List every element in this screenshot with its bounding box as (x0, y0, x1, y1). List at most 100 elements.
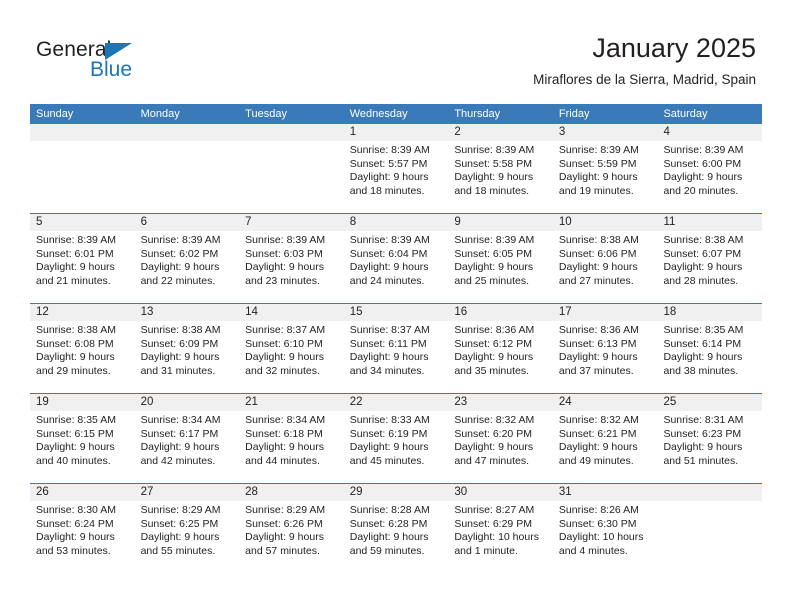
day-detail-line: Sunset: 6:12 PM (454, 337, 532, 350)
day-cell[interactable]: Sunrise: 8:29 AM Sunset: 6:26 PM Daylight:… (239, 501, 344, 573)
day-number[interactable]: 20 (135, 394, 240, 411)
day-detail-line: Sunset: 6:07 PM (663, 247, 742, 260)
day-number[interactable]: 29 (344, 484, 449, 501)
week-day-details: Sunrise: 8:38 AM Sunset: 6:08 PM Daylight:… (30, 321, 762, 393)
day-number[interactable]: 2 (448, 124, 553, 141)
day-number[interactable]: 24 (553, 394, 658, 411)
day-detail-line: Sunrise: 8:35 AM (36, 414, 116, 426)
day-number[interactable]: 9 (448, 214, 553, 231)
day-cell[interactable]: Sunrise: 8:34 AM Sunset: 6:18 PM Daylight:… (239, 411, 344, 483)
day-number[interactable]: 10 (553, 214, 658, 231)
day-detail-line: and 59 minutes. (349, 544, 425, 557)
day-detail-line: Sunrise: 8:28 AM (349, 504, 430, 516)
day-number[interactable]: 5 (30, 214, 135, 231)
day-cell[interactable]: Sunrise: 8:39 AM Sunset: 6:00 PM Daylight:… (657, 141, 762, 213)
day-number[interactable]: 25 (657, 394, 762, 411)
day-cell[interactable]: Sunrise: 8:31 AM Sunset: 6:23 PM Daylight:… (657, 411, 762, 483)
day-detail-line: Daylight: 9 hours (558, 261, 638, 274)
day-detail-line: Sunrise: 8:39 AM (36, 234, 116, 246)
day-number[interactable]: 14 (239, 304, 344, 321)
day-cell[interactable]: Sunrise: 8:33 AM Sunset: 6:19 PM Daylight:… (344, 411, 449, 483)
day-detail-line: Sunrise: 8:37 AM (349, 324, 430, 336)
day-detail-line: Sunrise: 8:32 AM (558, 414, 639, 426)
day-detail-line: Sunset: 6:00 PM (663, 157, 742, 170)
day-cell[interactable]: Sunrise: 8:38 AM Sunset: 6:09 PM Daylight:… (135, 321, 240, 393)
day-cell[interactable]: Sunrise: 8:34 AM Sunset: 6:17 PM Daylight:… (135, 411, 240, 483)
day-cell[interactable]: Sunrise: 8:37 AM Sunset: 6:10 PM Daylight:… (239, 321, 344, 393)
day-cell[interactable]: Sunrise: 8:35 AM Sunset: 6:15 PM Daylight:… (30, 411, 135, 483)
day-number[interactable]: 6 (135, 214, 240, 231)
day-number[interactable]: 27 (135, 484, 240, 501)
day-detail-line: Sunrise: 8:32 AM (454, 414, 535, 426)
day-cell[interactable]: Sunrise: 8:39 AM Sunset: 6:05 PM Daylight:… (448, 231, 553, 303)
day-cell[interactable]: Sunrise: 8:26 AM Sunset: 6:30 PM Daylight:… (553, 501, 658, 573)
day-number[interactable]: 11 (657, 214, 762, 231)
day-detail-line: Sunset: 6:14 PM (663, 337, 742, 350)
day-number[interactable]: 23 (448, 394, 553, 411)
day-number[interactable]: 30 (448, 484, 553, 501)
day-cell[interactable]: Sunrise: 8:38 AM Sunset: 6:08 PM Daylight:… (30, 321, 135, 393)
day-number[interactable]: 31 (553, 484, 658, 501)
day-number[interactable]: 15 (344, 304, 449, 321)
day-cell[interactable]: Sunrise: 8:38 AM Sunset: 6:07 PM Daylight:… (657, 231, 762, 303)
day-detail-line: Sunset: 6:18 PM (245, 427, 323, 440)
page-subtitle: Miraflores de la Sierra, Madrid, Spain (533, 72, 756, 87)
day-detail-line: Sunrise: 8:39 AM (140, 234, 221, 246)
day-number[interactable]: 21 (239, 394, 344, 411)
day-cell[interactable]: Sunrise: 8:39 AM Sunset: 6:02 PM Daylight:… (135, 231, 240, 303)
day-number[interactable]: 13 (135, 304, 240, 321)
day-number[interactable]: 7 (239, 214, 344, 231)
day-number[interactable]: 12 (30, 304, 135, 321)
day-detail-line: Daylight: 9 hours (140, 351, 220, 364)
day-cell[interactable]: Sunrise: 8:39 AM Sunset: 5:58 PM Daylight:… (448, 141, 553, 213)
day-number[interactable]: 16 (448, 304, 553, 321)
day-number-empty (135, 124, 240, 141)
day-number[interactable]: 4 (657, 124, 762, 141)
day-number[interactable]: 8 (344, 214, 449, 231)
day-number[interactable]: 28 (239, 484, 344, 501)
day-detail-line: Daylight: 9 hours (36, 531, 115, 544)
day-number[interactable]: 19 (30, 394, 135, 411)
day-detail-line: Daylight: 9 hours (245, 531, 324, 544)
day-cell[interactable]: Sunrise: 8:30 AM Sunset: 6:24 PM Daylight:… (30, 501, 135, 573)
day-cell[interactable]: Sunrise: 8:35 AM Sunset: 6:14 PM Daylight:… (657, 321, 762, 393)
day-cell-empty (30, 141, 135, 213)
day-cell[interactable]: Sunrise: 8:38 AM Sunset: 6:06 PM Daylight:… (553, 231, 658, 303)
day-cell[interactable]: Sunrise: 8:32 AM Sunset: 6:20 PM Daylight:… (448, 411, 553, 483)
day-cell[interactable]: Sunrise: 8:37 AM Sunset: 6:11 PM Daylight:… (344, 321, 449, 393)
day-detail-line: Sunset: 6:02 PM (140, 247, 219, 260)
day-cell[interactable]: Sunrise: 8:39 AM Sunset: 6:03 PM Daylight:… (239, 231, 344, 303)
day-detail-line: Daylight: 9 hours (558, 441, 638, 454)
day-of-week-header: Sunday Monday Tuesday Wednesday Thursday Frid… (30, 104, 762, 124)
day-detail-line: Sunrise: 8:36 AM (558, 324, 639, 336)
day-number[interactable]: 26 (30, 484, 135, 501)
day-detail-line: and 37 minutes. (558, 364, 634, 377)
dow-header-thursday: Thursday (454, 108, 501, 120)
day-number[interactable]: 17 (553, 304, 658, 321)
day-detail-line: Sunset: 6:08 PM (36, 337, 114, 350)
day-detail-line: Sunrise: 8:38 AM (558, 234, 639, 246)
day-number[interactable]: 3 (553, 124, 658, 141)
day-detail-line: Sunrise: 8:27 AM (454, 504, 535, 516)
day-cell[interactable]: Sunrise: 8:36 AM Sunset: 6:13 PM Daylight:… (553, 321, 658, 393)
dow-header-tuesday: Tuesday (245, 108, 287, 120)
day-cell[interactable]: Sunrise: 8:39 AM Sunset: 5:59 PM Daylight:… (553, 141, 658, 213)
day-cell[interactable]: Sunrise: 8:39 AM Sunset: 5:57 PM Daylight:… (344, 141, 449, 213)
day-cell[interactable]: Sunrise: 8:39 AM Sunset: 6:04 PM Daylight:… (344, 231, 449, 303)
day-detail-line: and 51 minutes. (663, 454, 739, 467)
day-detail-line: Sunrise: 8:36 AM (454, 324, 535, 336)
day-detail-line: Daylight: 9 hours (454, 441, 534, 454)
day-detail-line: Sunset: 6:24 PM (36, 517, 114, 530)
day-cell[interactable]: Sunrise: 8:27 AM Sunset: 6:29 PM Daylight:… (448, 501, 553, 573)
day-cell[interactable]: Sunrise: 8:39 AM Sunset: 6:01 PM Daylight:… (30, 231, 135, 303)
day-number[interactable]: 22 (344, 394, 449, 411)
day-cell[interactable]: Sunrise: 8:28 AM Sunset: 6:28 PM Daylight:… (344, 501, 449, 573)
day-number[interactable]: 1 (344, 124, 449, 141)
day-cell[interactable]: Sunrise: 8:36 AM Sunset: 6:12 PM Daylight:… (448, 321, 553, 393)
day-number[interactable]: 18 (657, 304, 762, 321)
day-detail-line: and 53 minutes. (36, 544, 111, 557)
calendar-week-row: 1 2 3 4 Sunrise: 8:39 AM Sunset: 5:57 PM Dayli… (30, 124, 762, 213)
day-detail-line: Daylight: 9 hours (349, 351, 429, 364)
day-cell[interactable]: Sunrise: 8:32 AM Sunset: 6:21 PM Daylight:… (553, 411, 658, 483)
day-cell[interactable]: Sunrise: 8:29 AM Sunset: 6:25 PM Daylight:… (135, 501, 240, 573)
